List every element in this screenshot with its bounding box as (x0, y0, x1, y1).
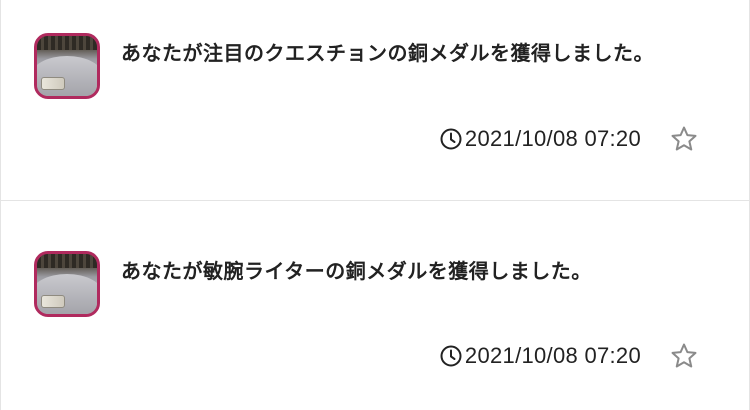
avatar[interactable] (34, 251, 100, 317)
avatar[interactable] (34, 33, 100, 99)
timestamp: 2021/10/08 07:20 (464, 126, 641, 151)
clock-icon (440, 128, 462, 150)
star-outline-icon[interactable] (669, 341, 699, 371)
notification-item[interactable]: あなたが注目のクエスチョンの銅メダルを獲得しました。 2021/10/08 07… (1, 0, 749, 201)
notification-list: あなたが注目のクエスチョンの銅メダルを獲得しました。 2021/10/08 07… (0, 0, 750, 410)
notification-message: あなたが敏腕ライターの銅メダルを獲得しました。 (121, 259, 592, 283)
notification-meta: 2021/10/08 07:20 (439, 341, 699, 371)
clock-icon (440, 345, 462, 367)
notification-message: あなたが注目のクエスチョンの銅メダルを獲得しました。 (121, 41, 654, 65)
star-outline-icon[interactable] (669, 124, 699, 154)
timestamp: 2021/10/08 07:20 (464, 343, 641, 368)
notification-item[interactable]: あなたが敏腕ライターの銅メダルを獲得しました。 2021/10/08 07:20 (1, 201, 749, 410)
notification-meta: 2021/10/08 07:20 (439, 124, 699, 154)
